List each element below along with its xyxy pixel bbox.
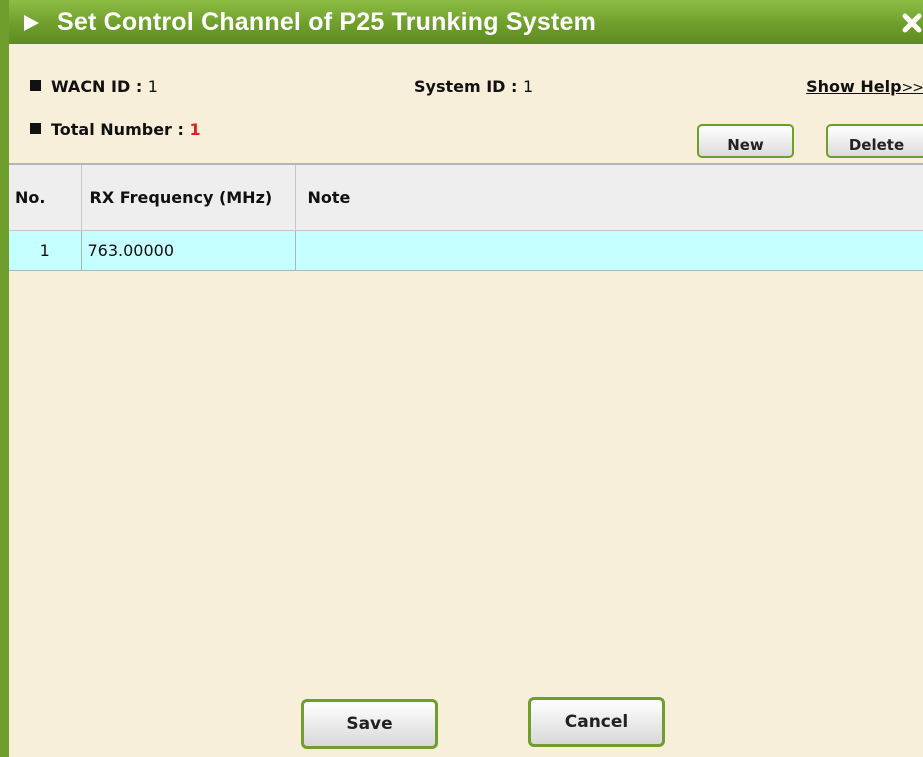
play-arrow-icon xyxy=(24,15,39,31)
close-button[interactable] xyxy=(900,11,923,35)
bullet-icon xyxy=(30,123,41,134)
show-help-label: Show Help xyxy=(806,77,902,96)
delete-button[interactable]: Delete xyxy=(826,124,923,158)
total-number-value: 1 xyxy=(189,120,201,139)
total-number-field: Total Number : 1 xyxy=(51,120,201,140)
system-id-label: System ID : xyxy=(414,77,523,96)
wacn-id-label: WACN ID : xyxy=(51,77,148,96)
dialog-titlebar[interactable]: Set Control Channel of P25 Trunking Syst… xyxy=(9,0,923,44)
row-rx-frequency-cell[interactable]: 763.00000 xyxy=(81,230,296,271)
control-channel-table: No. RX Frequency (MHz) Note 1 763.00000 xyxy=(9,163,923,271)
system-id-field: System ID : 1 xyxy=(414,77,533,97)
row-no-cell: 1 xyxy=(9,230,82,271)
bullet-icon xyxy=(30,80,41,91)
double-chevron-right-icon: >> xyxy=(901,80,923,96)
total-number-label: Total Number : xyxy=(51,120,190,139)
show-help-link[interactable]: Show Help>> xyxy=(806,77,923,98)
table-row[interactable]: 1 763.00000 xyxy=(9,230,923,271)
row-note-cell[interactable] xyxy=(295,230,923,271)
p25-control-channel-dialog: Set Control Channel of P25 Trunking Syst… xyxy=(0,0,923,757)
column-header-rx-frequency[interactable]: RX Frequency (MHz) xyxy=(81,163,296,231)
table-header-row: No. RX Frequency (MHz) Note xyxy=(9,163,923,231)
system-id-value: 1 xyxy=(523,77,534,96)
column-header-no[interactable]: No. xyxy=(9,163,82,231)
column-header-note[interactable]: Note xyxy=(295,163,923,231)
dialog-title: Set Control Channel of P25 Trunking Syst… xyxy=(57,8,597,36)
save-button[interactable]: Save xyxy=(301,699,438,749)
wacn-id-value: 1 xyxy=(147,77,158,96)
cancel-button[interactable]: Cancel xyxy=(528,697,665,747)
wacn-id-field: WACN ID : 1 xyxy=(51,77,158,97)
close-icon xyxy=(902,13,922,33)
new-button[interactable]: New xyxy=(697,124,794,158)
